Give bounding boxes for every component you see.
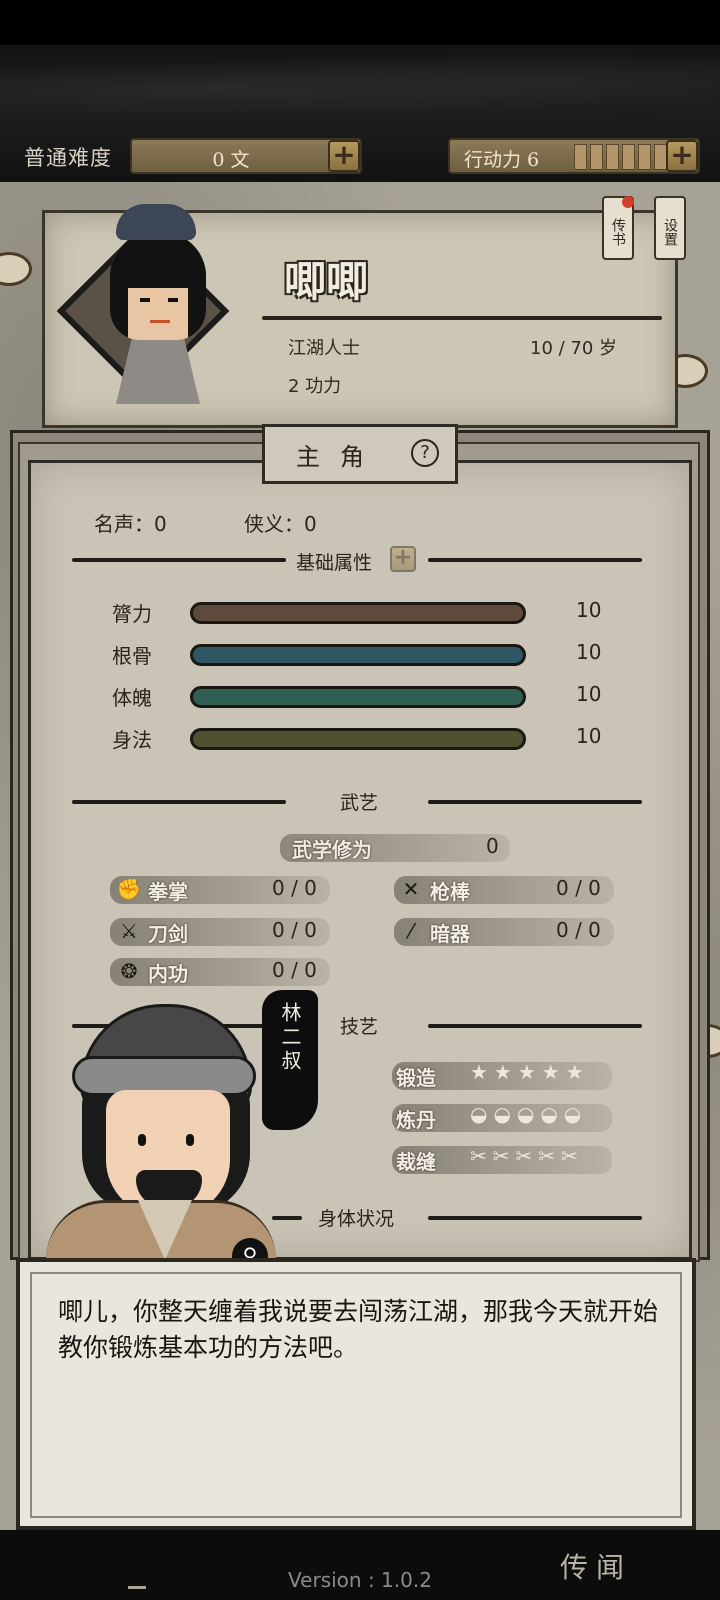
name-underline (262, 316, 662, 320)
hero-title: 江湖人士 (288, 338, 360, 359)
action-segment (606, 144, 619, 170)
physique-bar (190, 686, 526, 708)
add-money-button[interactable]: + (328, 140, 360, 172)
constitution-bar (190, 644, 526, 666)
difficulty-label[interactable]: 普通难度 (24, 142, 112, 172)
cultivation-label: 武学修为 (292, 838, 372, 862)
skill-name: 枪棒 (430, 880, 470, 904)
dart-icon: ⁄ (409, 919, 413, 943)
divider-line (428, 1216, 642, 1220)
hero-age: 10 / 70 岁 (530, 338, 618, 359)
basic-attributes-title: 基础属性 (296, 552, 373, 574)
action-segment (622, 144, 635, 170)
attr-name: 根骨 (112, 644, 152, 668)
skill-name: 内功 (148, 962, 188, 986)
agility-bar (190, 728, 526, 750)
skill-value: 0 / 0 (556, 876, 601, 900)
sword-icon: ⚔ (120, 919, 138, 943)
avatar-hat (116, 204, 196, 240)
alchemy-level-icon: ◒◒◒◒◒ (470, 1102, 588, 1126)
speaker-name: 林二叔 (278, 1002, 302, 1074)
fame-value: 名声：0 (94, 512, 167, 536)
attr-value: 10 (576, 598, 602, 622)
skill-name: 刀剑 (148, 922, 188, 946)
attr-value: 10 (576, 724, 602, 748)
hero-avatar[interactable] (110, 232, 206, 340)
hero-power: 2 功力 (288, 376, 342, 397)
action-points-value: 行动力 6 (464, 149, 540, 171)
action-segment (574, 144, 587, 170)
money-display: 0 文 + (130, 138, 362, 174)
divider-line (428, 800, 642, 804)
skill-value: 0 / 0 (556, 918, 601, 942)
skill-value: 0 / 0 (272, 876, 317, 900)
attr-name: 身法 (112, 728, 152, 752)
skill-value: 0 / 0 (272, 918, 317, 942)
crafts-title: 技艺 (340, 1016, 379, 1038)
spear-icon: ✕ (402, 877, 420, 901)
divider-line (428, 558, 642, 562)
attr-name: 体魄 (112, 686, 152, 710)
notification-dot (622, 196, 634, 208)
tailoring-level-icon: ✂✂✂✂✂ (470, 1144, 584, 1168)
add-attribute-button[interactable]: + (390, 546, 416, 572)
add-action-points-button[interactable]: + (666, 140, 698, 172)
attr-name: 膂力 (112, 602, 152, 626)
hero-name: 唧唧 (284, 257, 369, 306)
help-icon[interactable]: ? (411, 439, 439, 467)
divider-line (72, 558, 286, 562)
action-segment (638, 144, 651, 170)
chivalry-value: 侠义：0 (244, 512, 317, 536)
dialog-text: 唧儿，你整天缠着我说要去闯荡江湖，那我今天就开始教你锻炼基本功的方法吧。 (58, 1297, 659, 1362)
attr-value: 10 (576, 640, 602, 664)
version-label: Version : 1.0.2 (288, 1568, 432, 1592)
craft-name: 裁缝 (396, 1150, 436, 1174)
section-title: 主角 (296, 443, 384, 471)
money-value: 0 文 (212, 149, 250, 171)
craft-name: 锻造 (396, 1066, 436, 1090)
skill-name: 拳掌 (148, 880, 188, 904)
skill-value: 0 / 0 (272, 958, 317, 982)
divider-line (272, 1216, 302, 1220)
action-points-bar (574, 144, 667, 170)
action-points-display: 行动力 6 + (448, 138, 700, 174)
strength-bar (190, 602, 526, 624)
martial-title: 武艺 (340, 792, 379, 814)
section-tab: 主角 ? (262, 424, 458, 484)
body-status-title: 身体状况 (318, 1208, 395, 1230)
action-segment (590, 144, 603, 170)
fist-icon: ✊ (116, 877, 142, 901)
inner-power-icon: ❂ (120, 959, 138, 983)
top-bar: 普通难度 0 文 + 行动力 6 + (0, 132, 720, 182)
craft-name: 炼丹 (396, 1108, 436, 1132)
mentor-portrait (46, 1004, 276, 1260)
attr-value: 10 (576, 682, 602, 706)
skill-name: 暗器 (430, 922, 470, 946)
divider-line (428, 1024, 642, 1028)
forging-level-icon: ★★★★★ (470, 1060, 590, 1084)
settings-tag-button[interactable]: 设置 (654, 196, 686, 260)
cultivation-value: 0 (486, 834, 499, 858)
divider-line (72, 800, 286, 804)
